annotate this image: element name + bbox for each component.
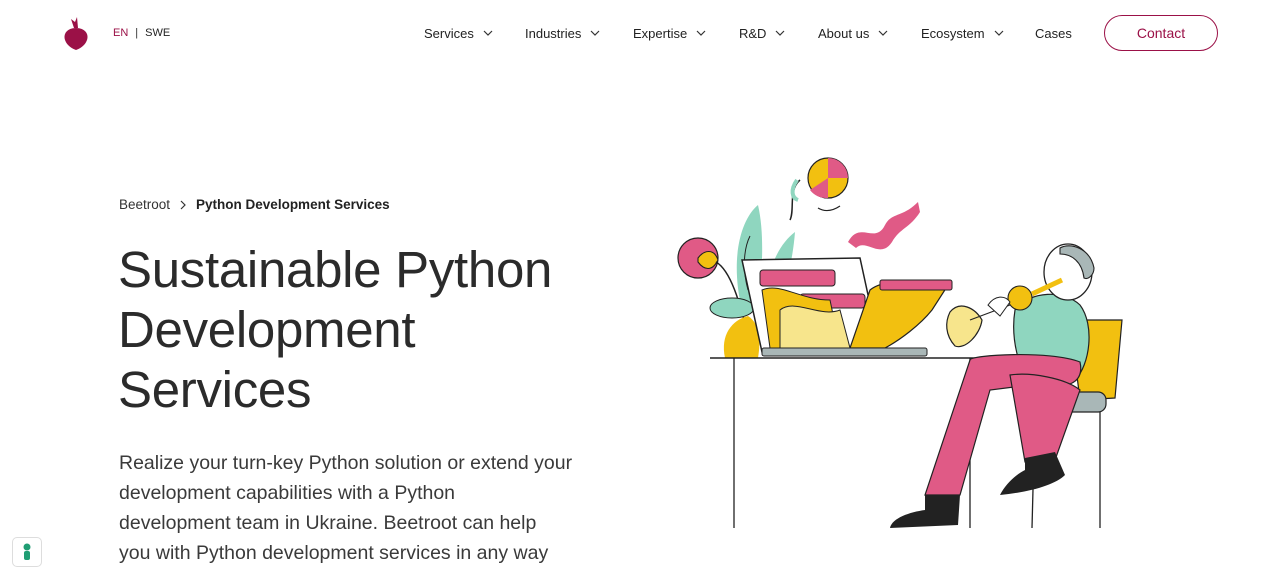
- hero-illustration: [677, 157, 1123, 529]
- nav-label: About us: [818, 25, 870, 41]
- nav-item-about-us[interactable]: About us: [818, 24, 889, 42]
- nav-item-ecosystem[interactable]: Ecosystem: [921, 24, 1005, 42]
- page-title-line: Development: [118, 301, 416, 358]
- chevron-right-icon: [180, 200, 186, 209]
- hero-description-line: development capabilities with a Python: [119, 482, 456, 504]
- nav-label: Ecosystem: [921, 25, 985, 41]
- hero-description-line: development team in Ukraine. Beetroot ca…: [119, 512, 537, 534]
- beetroot-logo-icon[interactable]: [60, 16, 92, 50]
- contact-button[interactable]: Contact: [1104, 15, 1218, 51]
- nav-label: R&D: [739, 25, 767, 41]
- chevron-down-icon: [483, 30, 493, 36]
- nav-label: Industries: [525, 25, 582, 41]
- nav-item-expertise[interactable]: Expertise: [633, 24, 707, 42]
- lang-en[interactable]: EN: [113, 27, 128, 39]
- nav-label: Cases: [1035, 25, 1072, 41]
- breadcrumb-root[interactable]: Beetroot: [119, 197, 170, 212]
- hero-description: Realize your turn-key Python solution or…: [119, 448, 589, 568]
- chevron-down-icon: [696, 30, 706, 36]
- nav-item-rnd[interactable]: R&D: [739, 24, 786, 42]
- nav-item-cases[interactable]: Cases: [1035, 24, 1072, 42]
- chevron-down-icon: [776, 30, 785, 36]
- nav-item-services[interactable]: Services: [424, 24, 494, 42]
- chevron-down-icon: [878, 30, 888, 36]
- page-title: Sustainable Python Development Services: [118, 240, 638, 420]
- chevron-down-icon: [590, 30, 600, 36]
- nav-label: Expertise: [633, 25, 688, 41]
- page-title-line: Sustainable Python: [118, 241, 553, 298]
- hero-description-line: you with Python development services in …: [119, 542, 549, 564]
- breadcrumb: Beetroot Python Development Services: [119, 197, 390, 212]
- nav-label: Services: [424, 25, 474, 41]
- hero-description-line: Realize your turn-key Python solution or…: [119, 452, 573, 474]
- cookie-consent-icon: [23, 543, 31, 560]
- language-switcher: EN | SWE: [113, 27, 170, 39]
- lang-swe[interactable]: SWE: [145, 27, 170, 39]
- cookie-consent-button[interactable]: [12, 537, 42, 567]
- breadcrumb-current: Python Development Services: [196, 197, 390, 212]
- chevron-down-icon: [994, 30, 1004, 36]
- nav-item-industries[interactable]: Industries: [525, 24, 601, 42]
- lang-separator: |: [135, 27, 139, 39]
- page-title-line: Services: [118, 361, 312, 418]
